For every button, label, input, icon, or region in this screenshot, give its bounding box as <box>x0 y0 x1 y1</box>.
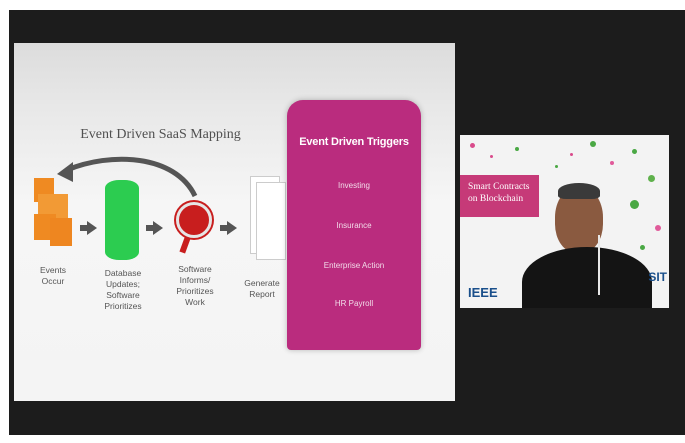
decor-dot <box>610 161 614 165</box>
triggers-panel: Event Driven Triggers Investing Insuranc… <box>287 100 421 350</box>
step-label-events: Events Occur <box>40 265 66 286</box>
software-icon <box>176 202 212 238</box>
trigger-item: Insurance <box>336 221 372 230</box>
video-slide-title-box: Smart Contracts on Blockchain <box>460 175 539 217</box>
speaker-hair <box>558 183 600 199</box>
flow-arrow-icon <box>87 221 97 235</box>
decor-dot <box>648 175 655 182</box>
decor-dot <box>632 149 637 154</box>
decor-dot <box>515 147 519 151</box>
decor-dot <box>590 141 596 147</box>
flow-arrow-icon <box>227 221 237 235</box>
speaker-body <box>522 247 652 308</box>
decor-dot <box>630 200 639 209</box>
decor-dot <box>570 153 573 156</box>
triggers-header: Event Driven Triggers <box>299 136 409 148</box>
decor-dot <box>640 245 645 250</box>
decor-dot <box>655 225 661 231</box>
trigger-item: Investing <box>337 181 371 190</box>
speaker-video-tile[interactable]: Smart Contracts on Blockchain IEEE SIT <box>460 135 669 308</box>
database-icon <box>105 180 139 260</box>
report-page <box>256 182 286 260</box>
decor-dot <box>490 155 493 158</box>
trigger-item: Enterprise Action <box>323 261 385 270</box>
ieee-logo: IEEE <box>468 285 498 300</box>
step-label-report: Generate Report <box>244 278 280 299</box>
events-icon <box>34 178 84 258</box>
trigger-item: HR Payroll <box>334 299 374 308</box>
sit-logo: SIT <box>648 270 667 284</box>
step-label-software: Software Informs/ Prioritizes Work <box>176 264 214 307</box>
video-slide-title: Smart Contracts on Blockchain <box>468 182 530 204</box>
earphone-wire <box>598 235 600 295</box>
step-label-database: Database Updates; Software Prioritizes <box>104 268 142 311</box>
decor-dot <box>555 165 558 168</box>
decor-dot <box>470 143 475 148</box>
slide-title: Event Driven SaaS Mapping <box>80 127 241 142</box>
flow-arrow-icon <box>153 221 163 235</box>
